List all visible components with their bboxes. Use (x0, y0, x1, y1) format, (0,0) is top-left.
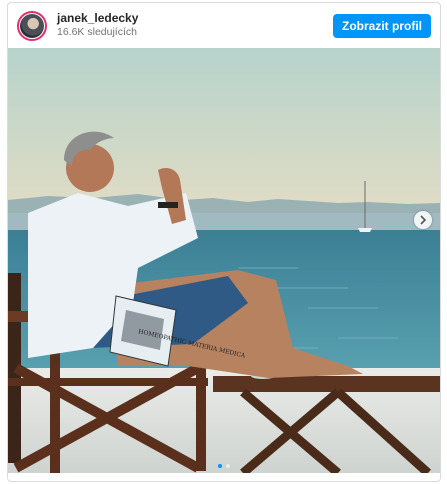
avatar[interactable] (17, 10, 47, 41)
carousel-dot-1 (218, 464, 222, 468)
follower-count: 16.6K sledujících (57, 26, 137, 39)
user-info: janek_ledecky 16.6K sledujících (57, 11, 333, 39)
username[interactable]: janek_ledecky (57, 11, 333, 26)
chevron-right-icon (420, 215, 427, 225)
view-profile-button[interactable]: Zobrazit profil (333, 13, 431, 38)
carousel-dot-2 (226, 464, 230, 468)
avatar-image (20, 13, 44, 38)
carousel-indicator (8, 464, 440, 468)
sky (8, 48, 440, 213)
carousel-next-button[interactable] (414, 211, 432, 229)
post-photo[interactable]: HOMEOPATHIC MATERIA MEDICA (8, 48, 440, 473)
post-header: janek_ledecky 16.6K sledujících Zobrazit… (8, 3, 440, 48)
instagram-embed-card: janek_ledecky 16.6K sledujících Zobrazit… (7, 2, 441, 482)
